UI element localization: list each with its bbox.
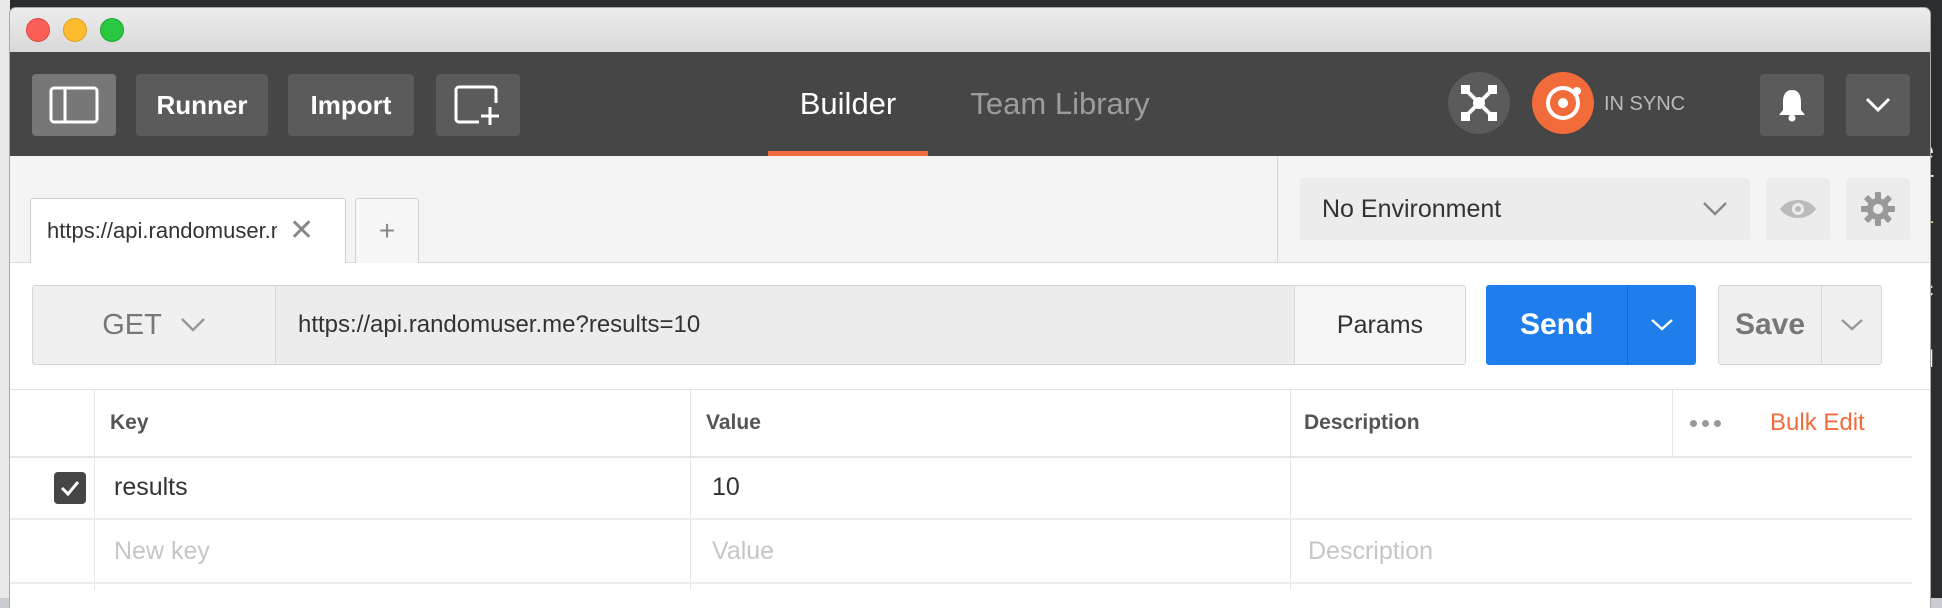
save-button-label: Save (1734, 308, 1806, 341)
more-options-icon[interactable] (1690, 390, 1721, 456)
chevron-down-icon (1865, 97, 1891, 113)
checkmark-icon (60, 481, 80, 496)
chevron-down-icon (1840, 319, 1863, 331)
method-label: GET (102, 308, 162, 341)
manage-environments-button[interactable] (1846, 178, 1910, 240)
save-options-button[interactable] (1821, 286, 1881, 364)
add-tab-button[interactable]: + (355, 198, 419, 263)
satellite-icon (1461, 85, 1497, 121)
new-key-input[interactable]: New key (114, 520, 210, 582)
request-bar: GET https://api.randomuser.me?results=10… (10, 263, 1930, 390)
import-button[interactable]: Import (288, 74, 414, 136)
send-button[interactable]: Send (1486, 285, 1696, 365)
method-select[interactable]: GET (32, 285, 276, 365)
environment-select[interactable]: No Environment (1300, 178, 1750, 240)
account-menu-button[interactable] (1846, 74, 1910, 136)
table-row-new: New key Value Description (10, 520, 1912, 584)
column-header-value: Value (706, 411, 761, 434)
request-tab-label: https://api.randomuser.me?results=10 (47, 218, 277, 243)
new-description-input[interactable]: Description (1308, 520, 1433, 582)
environment-quick-look-button[interactable] (1766, 178, 1830, 240)
notifications-button[interactable] (1760, 74, 1824, 136)
new-window-icon (454, 85, 499, 125)
request-tab[interactable]: https://api.randomuser.me?results=10 ✕ (30, 198, 346, 263)
chevron-down-icon (180, 318, 205, 332)
environment-selected-label: No Environment (1322, 194, 1502, 223)
tab-builder-label: Builder (799, 86, 897, 121)
toggle-sidebar-button[interactable] (32, 74, 116, 136)
gear-icon (1861, 192, 1895, 226)
param-enabled-checkbox[interactable] (54, 472, 86, 504)
minimize-window-button[interactable] (63, 18, 87, 42)
params-button[interactable]: Params (1294, 285, 1466, 365)
bell-icon (1779, 90, 1805, 122)
request-tabs-bar: https://api.randomuser.me?results=10 ✕ +… (10, 156, 1930, 263)
desktop-left-edge (0, 0, 10, 598)
params-table: Key Value Description Bulk Edit results … (10, 390, 1930, 590)
title-bar (10, 8, 1930, 52)
url-input[interactable]: https://api.randomuser.me?results=10 (276, 285, 1294, 365)
interceptor-button[interactable] (1448, 72, 1510, 134)
app-window: Runner Import Builder Team Library IN SY… (10, 8, 1930, 608)
runner-button[interactable]: Runner (136, 74, 268, 136)
param-key-cell[interactable]: results (114, 456, 188, 518)
new-window-button[interactable] (436, 74, 520, 136)
tab-builder[interactable]: Builder (768, 52, 928, 156)
chevron-down-icon (1703, 202, 1727, 216)
close-icon[interactable]: ✕ (289, 216, 314, 246)
bulk-edit-link[interactable]: Bulk Edit (1770, 390, 1865, 456)
save-button[interactable]: Save (1718, 285, 1882, 365)
sidebar-icon (49, 86, 99, 124)
maximize-window-button[interactable] (100, 18, 124, 42)
tab-team-library-label: Team Library (970, 86, 1150, 121)
close-window-button[interactable] (26, 18, 50, 42)
column-header-description: Description (1304, 411, 1420, 434)
sync-status-button[interactable] (1532, 72, 1594, 134)
send-options-button[interactable] (1627, 285, 1696, 365)
tab-team-library[interactable]: Team Library (960, 52, 1160, 156)
divider (1277, 156, 1278, 262)
header-toolbar: Runner Import Builder Team Library IN SY… (10, 52, 1930, 156)
param-value-cell[interactable]: 10 (712, 456, 740, 518)
sync-status-label: IN SYNC (1604, 92, 1686, 115)
new-value-input[interactable]: Value (712, 520, 774, 582)
column-divider (1672, 390, 1673, 456)
eye-icon (1780, 200, 1816, 218)
column-header-key: Key (110, 411, 149, 434)
send-button-label: Send (1519, 308, 1594, 341)
table-row: results 10 (10, 456, 1912, 520)
sync-orbit-icon (1546, 86, 1581, 120)
table-header: Key Value Description Bulk Edit (10, 390, 1912, 458)
chevron-down-icon (1651, 319, 1673, 331)
